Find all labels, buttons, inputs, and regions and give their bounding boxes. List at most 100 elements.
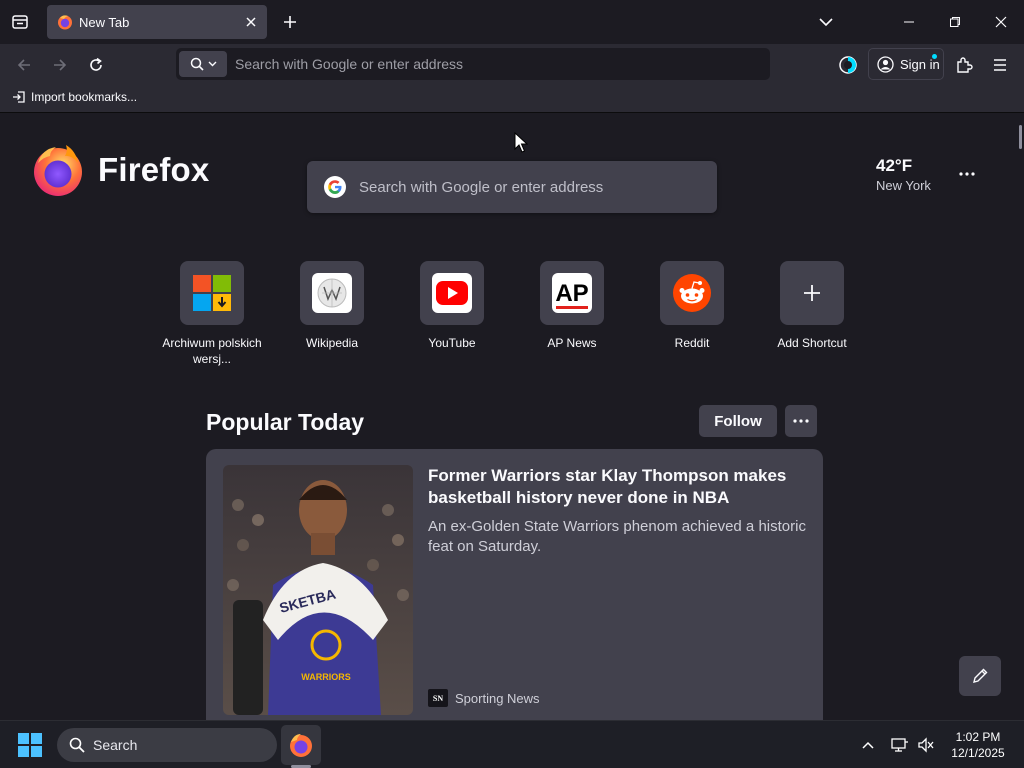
youtube-icon: [432, 273, 472, 313]
taskbar-search-label: Search: [93, 737, 138, 753]
hamburger-menu-icon: [994, 59, 1006, 71]
story-source-name: Sporting News: [455, 690, 540, 706]
newtab-search-box[interactable]: [307, 161, 717, 213]
forward-button[interactable]: [47, 52, 73, 78]
url-input[interactable]: [235, 56, 770, 72]
windows-archive-icon: [193, 275, 231, 311]
restore-icon: [950, 17, 960, 27]
chevron-down-icon: [208, 61, 216, 67]
add-shortcut-tile[interactable]: [780, 261, 844, 325]
network-status-button[interactable]: [890, 735, 910, 755]
notification-dot: [932, 54, 937, 59]
firefox-view-button[interactable]: [8, 10, 32, 34]
shortcut-tile[interactable]: [660, 261, 724, 325]
firefox-logo-icon: [34, 145, 82, 196]
weather-menu-button[interactable]: [954, 161, 980, 187]
mouse-cursor-icon: [514, 132, 528, 153]
weather-widget[interactable]: 42°F New York: [876, 156, 931, 193]
weather-location: New York: [876, 178, 931, 193]
restore-button[interactable]: [932, 6, 978, 38]
reload-button[interactable]: [83, 52, 109, 78]
chevron-down-icon: [819, 18, 833, 27]
wikipedia-icon: [312, 273, 352, 313]
close-icon: [246, 17, 256, 27]
follow-button[interactable]: Follow: [699, 405, 777, 437]
close-icon: [995, 16, 1007, 28]
list-all-tabs-button[interactable]: [814, 10, 838, 34]
shortcut-tile[interactable]: AP: [540, 261, 604, 325]
clock-time: 1:02 PM: [955, 730, 1001, 744]
import-bookmarks-button[interactable]: Import bookmarks...: [12, 90, 137, 104]
more-options-icon: [959, 172, 975, 176]
tab-new-tab[interactable]: New Tab: [47, 5, 267, 39]
tab-title: New Tab: [79, 14, 130, 30]
weather-temperature: 42°F: [876, 156, 913, 175]
account-icon: [877, 55, 894, 73]
firefox-favicon-icon: [58, 15, 72, 30]
shortcut-label: Archiwum polskich wersj...: [162, 336, 262, 366]
story-card[interactable]: SKETBA WARRIORS Former Warriors star Kla…: [206, 449, 823, 720]
chevron-up-icon: [862, 741, 874, 749]
story-title[interactable]: Former Warriors star Klay Thompson makes…: [428, 465, 808, 509]
shortcut-archiwum[interactable]: Archiwum polskich wersj...: [152, 261, 272, 367]
theme-toggle-button[interactable]: [835, 52, 861, 78]
clock-date: 12/1/2025: [951, 746, 1005, 760]
tab-bar: New Tab: [0, 0, 1024, 44]
taskbar-search-box[interactable]: Search: [57, 728, 277, 762]
taskbar-clock[interactable]: 1:02 PM 12/1/2025: [944, 729, 1012, 761]
close-window-button[interactable]: [978, 6, 1024, 38]
shortcut-add[interactable]: Add Shortcut: [752, 261, 872, 367]
shortcut-youtube[interactable]: YouTube: [392, 261, 512, 367]
shortcut-reddit[interactable]: Reddit: [632, 261, 752, 367]
minimize-button[interactable]: [886, 6, 932, 38]
windows-taskbar: Search 1:02 PM 12/1/2025: [0, 720, 1024, 768]
shortcut-tile[interactable]: [180, 261, 244, 325]
search-icon: [190, 57, 204, 71]
shortcut-ap-news[interactable]: AP AP News: [512, 261, 632, 367]
ap-news-icon: AP: [552, 273, 592, 313]
sporting-news-logo-icon: SN: [428, 689, 448, 707]
firefox-logo: Firefox: [32, 143, 209, 197]
import-icon: [13, 91, 25, 103]
shortcut-label: Reddit: [674, 336, 710, 350]
import-bookmarks-label: Import bookmarks...: [31, 90, 138, 104]
svg-text:WARRIORS: WARRIORS: [301, 672, 351, 682]
plus-icon: [284, 16, 296, 28]
extensions-button[interactable]: [951, 52, 977, 78]
scrollbar[interactable]: [1019, 125, 1022, 149]
reddit-icon: [673, 274, 711, 312]
story-description: An ex-Golden State Warriors phenom achie…: [428, 518, 806, 555]
story-source: SN Sporting News: [428, 689, 540, 707]
taskbar-firefox-button[interactable]: [281, 725, 321, 765]
section-menu-button[interactable]: [785, 405, 817, 437]
svg-text:AP: AP: [555, 280, 588, 307]
firefox-icon: [290, 734, 312, 757]
google-icon: [324, 176, 346, 198]
pencil-icon: [973, 668, 988, 683]
contrast-icon: [839, 56, 857, 74]
story-image: SKETBA WARRIORS: [223, 465, 413, 715]
volume-button[interactable]: [916, 735, 936, 755]
plus-icon: [804, 285, 820, 301]
shortcut-label: Add Shortcut: [777, 336, 847, 350]
navigation-toolbar: Sign in: [0, 44, 1024, 84]
customize-button[interactable]: [959, 656, 1001, 696]
new-tab-button[interactable]: [278, 10, 302, 34]
account-sign-in-button[interactable]: Sign in: [868, 48, 944, 80]
firefox-view-icon: [12, 15, 28, 29]
windows-start-icon[interactable]: [18, 733, 42, 757]
app-menu-button[interactable]: [987, 52, 1013, 78]
minimize-icon: [904, 21, 914, 23]
tab-close-button[interactable]: [241, 12, 261, 32]
newtab-search-input[interactable]: [359, 178, 717, 196]
shortcut-tile[interactable]: [420, 261, 484, 325]
shortcut-tile[interactable]: [300, 261, 364, 325]
shortcut-wikipedia[interactable]: Wikipedia: [272, 261, 392, 367]
shortcut-label: YouTube: [428, 336, 476, 350]
shortcut-label: Wikipedia: [305, 336, 359, 350]
search-engine-button[interactable]: [179, 51, 227, 77]
more-options-icon: [793, 419, 809, 423]
puzzle-icon: [957, 57, 973, 73]
back-button[interactable]: [11, 52, 37, 78]
show-hidden-icons-button[interactable]: [858, 735, 878, 755]
